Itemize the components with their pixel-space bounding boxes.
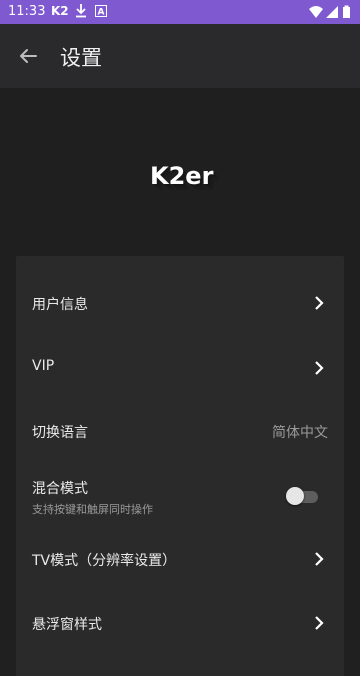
floating-window-label: 悬浮窗样式 [32, 617, 102, 633]
language-value: 简体中文 [272, 425, 328, 441]
status-time: 11:33 [8, 4, 46, 19]
status-bar: 11:33 K2 A [0, 0, 360, 24]
settings-card: 用户信息 VIP 切换语言 简体中文 混合模式 支持按键和触屏同时操作 TV模式… [16, 256, 344, 676]
chevron-right-icon [315, 361, 324, 375]
download-icon [75, 3, 87, 22]
page-title: 设置 [60, 46, 102, 70]
toggle-thumb [286, 487, 304, 505]
svg-text:A: A [98, 8, 105, 18]
vip-label: VIP [32, 358, 55, 374]
logo: K2er [120, 152, 240, 212]
notification-text-icon: A [95, 5, 107, 21]
app-bar: 设置 [0, 24, 360, 88]
signal-icon [326, 6, 338, 18]
back-arrow-icon[interactable] [16, 44, 40, 68]
settings-item-vip[interactable]: VIP [16, 320, 344, 384]
chevron-right-icon [315, 552, 324, 566]
mixed-mode-toggle[interactable] [286, 486, 320, 506]
settings-item-user-info[interactable]: 用户信息 [16, 256, 344, 320]
settings-item-tv-mode[interactable]: TV模式（分辨率设置） [16, 512, 344, 576]
settings-content: K2er 用户信息 VIP 切换语言 简体中文 混合模式 支持按键和触屏同时操作 [0, 88, 360, 676]
settings-item-mixed-mode[interactable]: 混合模式 支持按键和触屏同时操作 [16, 448, 344, 516]
status-system-icons [308, 5, 352, 19]
mixed-mode-label: 混合模式 [32, 481, 88, 497]
language-label: 切换语言 [32, 425, 88, 441]
battery-icon [343, 5, 350, 18]
settings-item-language[interactable]: 切换语言 简体中文 [16, 384, 344, 448]
status-app-badge: K2 [51, 4, 69, 18]
chevron-right-icon [315, 296, 324, 310]
settings-item-floating-window[interactable]: 悬浮窗样式 [16, 576, 344, 640]
tv-mode-label: TV模式（分辨率设置） [32, 553, 177, 569]
user-info-label: 用户信息 [32, 297, 88, 313]
chevron-right-icon [315, 616, 324, 630]
wifi-icon [309, 6, 323, 18]
logo-text: K2er [150, 162, 214, 190]
